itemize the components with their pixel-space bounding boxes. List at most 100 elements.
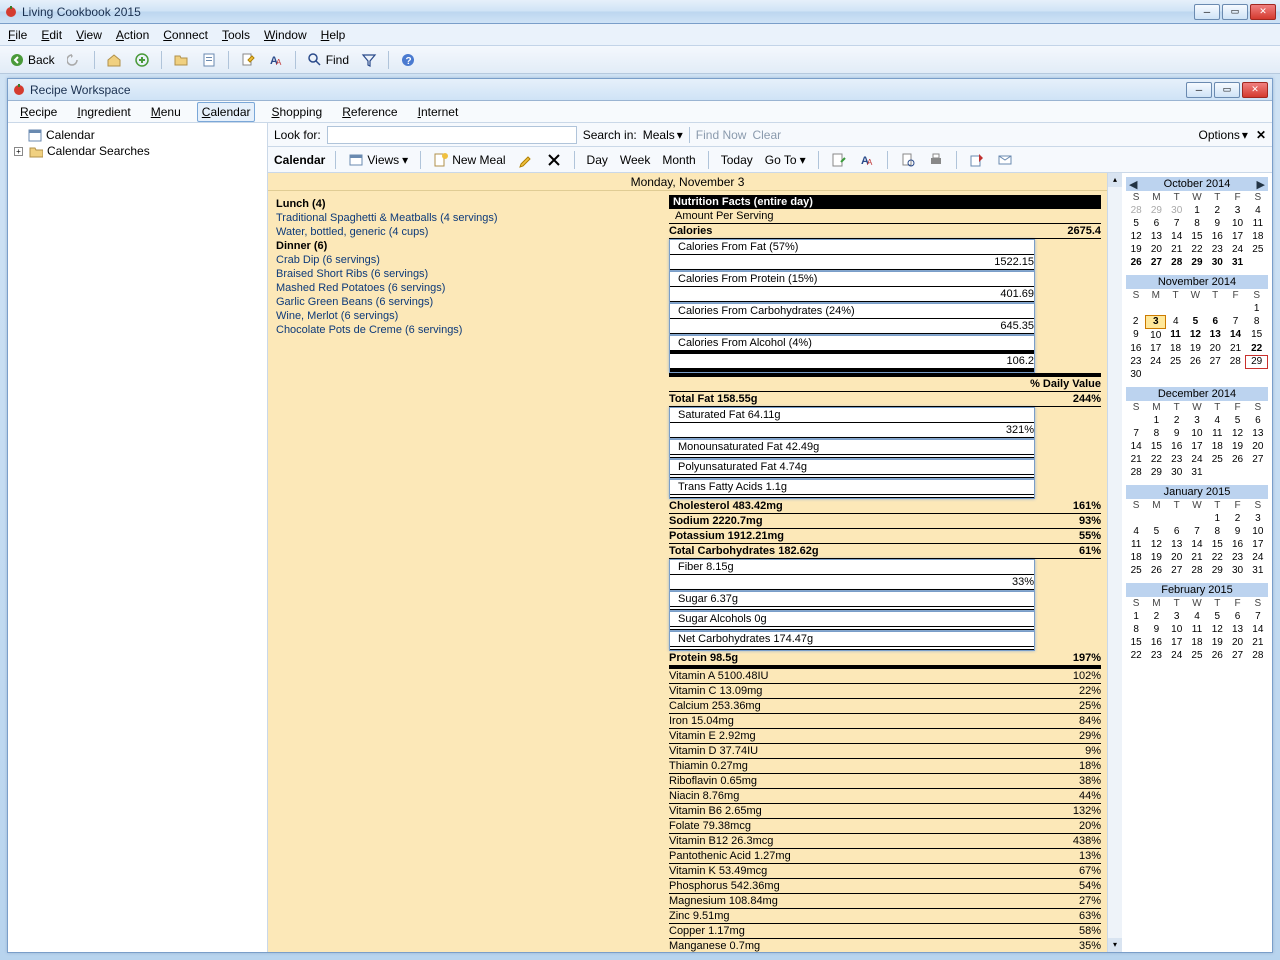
cal-day[interactable]: 15 [1146,440,1166,453]
cal-day[interactable]: 3 [1167,610,1187,623]
cal-day[interactable]: 9 [1126,328,1146,342]
clear-button[interactable]: Clear [752,128,781,142]
menu-action[interactable]: Action [116,28,149,42]
cal-day[interactable]: 1 [1126,610,1146,623]
cal-day[interactable]: 5 [1146,525,1166,538]
searchin-dropdown[interactable]: Meals ▾ [643,128,683,142]
cal-day[interactable]: 20 [1146,243,1166,256]
find-button[interactable]: Find [304,50,352,70]
cal-day[interactable]: 31 [1248,564,1268,577]
print-preview-button[interactable] [898,151,918,169]
tree-node-calendar[interactable]: Calendar [14,127,261,143]
cal-day[interactable]: 10 [1248,525,1268,538]
cal-day[interactable]: 28 [1187,564,1207,577]
cal-day[interactable]: 28 [1126,466,1146,479]
scroll-down-icon[interactable]: ▾ [1108,938,1122,952]
cal-day[interactable]: 27 [1248,453,1268,466]
cal-day[interactable]: 27 [1227,649,1247,662]
cal-day[interactable]: 1 [1187,204,1207,217]
add-button[interactable] [131,50,153,70]
tab-reference[interactable]: Reference [338,103,401,121]
cal-day[interactable]: 26 [1227,453,1247,466]
cal-day[interactable]: 21 [1248,636,1268,649]
tree-node-calendar-searches[interactable]: + Calendar Searches [14,143,261,159]
cal-day[interactable]: 22 [1146,453,1166,466]
font-button-2[interactable]: AA [857,151,877,169]
close-button[interactable]: ✕ [1250,4,1276,20]
cal-day[interactable]: 7 [1248,610,1268,623]
meal-item[interactable]: Crab Dip (6 servings) [276,253,655,267]
meal-item[interactable]: Wine, Merlot (6 servings) [276,309,655,323]
cal-day[interactable]: 11 [1166,328,1186,342]
cal-day[interactable]: 3 [1248,512,1268,525]
cal-day[interactable]: 17 [1187,440,1207,453]
cal-day[interactable]: 16 [1146,636,1166,649]
cal-day[interactable]: 20 [1167,551,1187,564]
cal-day[interactable]: 29 [1207,564,1227,577]
cal-day[interactable]: 6 [1227,610,1247,623]
cal-day[interactable]: 11 [1126,538,1146,551]
cal-day[interactable]: 5 [1207,610,1227,623]
lookfor-input[interactable] [327,126,577,144]
cal-day[interactable]: 8 [1246,315,1268,328]
cal-day[interactable]: 8 [1187,217,1207,230]
cal-day[interactable]: 11 [1187,623,1207,636]
cal-day[interactable]: 26 [1185,355,1205,368]
cal-day[interactable]: 8 [1146,427,1166,440]
refresh-button[interactable] [829,151,849,169]
cal-day[interactable]: 21 [1167,243,1187,256]
month-button[interactable]: Month [660,152,697,168]
cal-day[interactable]: 8 [1207,525,1227,538]
tab-calendar[interactable]: Calendar [197,102,256,122]
cal-day[interactable]: 31 [1187,466,1207,479]
cal-day[interactable]: 13 [1227,623,1247,636]
cal-day[interactable]: 24 [1146,355,1166,368]
cal-day[interactable]: 18 [1248,230,1268,243]
tab-internet[interactable]: Internet [414,103,463,121]
cal-day[interactable]: 27 [1205,355,1225,368]
cal-day[interactable]: 5 [1185,315,1205,328]
cal-day[interactable]: 3 [1187,414,1207,427]
cal-day[interactable]: 10 [1227,217,1247,230]
cal-day[interactable]: 14 [1167,230,1187,243]
cal-day[interactable]: 7 [1126,427,1146,440]
cal-day[interactable]: 6 [1167,525,1187,538]
tree-expand-icon[interactable]: + [14,147,23,156]
cal-day[interactable]: 2 [1207,204,1227,217]
delete-meal-button[interactable] [544,151,564,169]
cal-day[interactable]: 12 [1126,230,1146,243]
cal-day-prev[interactable]: 28 [1126,204,1146,217]
cal-day[interactable]: 23 [1167,453,1187,466]
cal-day[interactable]: 30 [1167,466,1187,479]
meal-item[interactable]: Mashed Red Potatoes (6 servings) [276,281,655,295]
minimize-button[interactable]: ─ [1194,4,1220,20]
cal-day[interactable]: 13 [1167,538,1187,551]
cal-day[interactable]: 15 [1126,636,1146,649]
cal-day[interactable]: 23 [1146,649,1166,662]
cal-day[interactable]: 25 [1126,564,1146,577]
newmeal-button[interactable]: New Meal [431,151,507,169]
edit-meal-button[interactable] [516,151,536,169]
cal-day[interactable]: 21 [1126,453,1146,466]
cal-day[interactable]: 29 [1187,256,1207,269]
cal-day[interactable]: 6 [1205,315,1225,328]
cal-day[interactable]: 11 [1207,427,1227,440]
cal-day[interactable]: 6 [1248,414,1268,427]
cal-day[interactable]: 1 [1207,512,1227,525]
cal-day[interactable]: 13 [1205,328,1225,342]
cal-day[interactable]: 13 [1248,427,1268,440]
cal-day[interactable]: 29 [1246,355,1268,368]
goto-button[interactable]: Go To ▾ [763,152,808,168]
cal-day[interactable]: 12 [1207,623,1227,636]
cal-day-prev[interactable]: 29 [1146,204,1166,217]
cal-day[interactable]: 14 [1248,623,1268,636]
cal-day[interactable]: 4 [1248,204,1268,217]
meal-item[interactable]: Braised Short Ribs (6 servings) [276,267,655,281]
cal-day[interactable]: 16 [1167,440,1187,453]
vertical-scrollbar[interactable]: ▴ ▾ [1108,173,1122,952]
meal-item[interactable]: Traditional Spaghetti & Meatballs (4 ser… [276,211,655,225]
cal-day[interactable]: 6 [1146,217,1166,230]
scroll-up-icon[interactable]: ▴ [1108,173,1122,187]
cal-day[interactable]: 18 [1166,342,1186,356]
tab-ingredient[interactable]: Ingredient [73,103,134,121]
